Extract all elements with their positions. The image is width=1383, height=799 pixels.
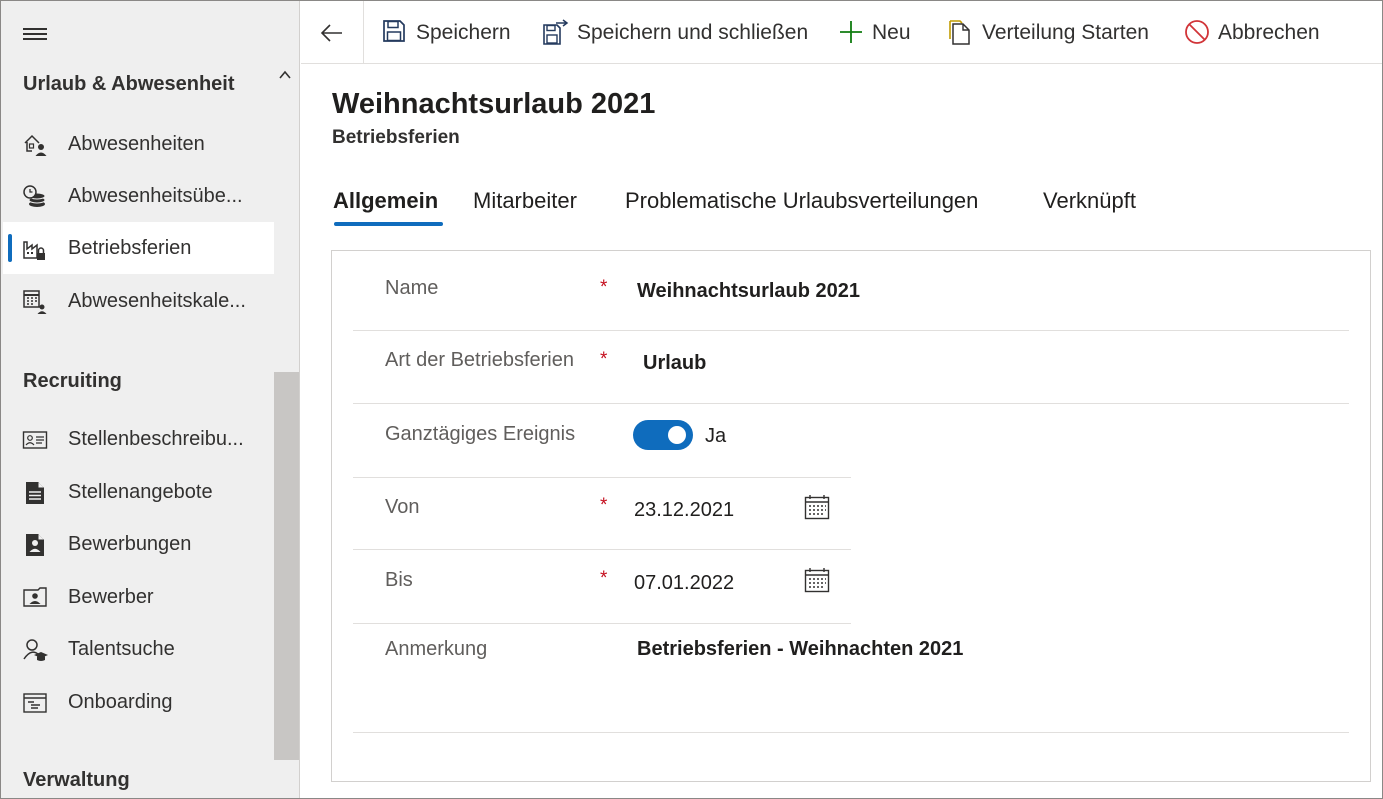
all-day-label: Ganztägiges Ereignis	[385, 423, 576, 445]
cancel-label: Abbrechen	[1218, 21, 1320, 44]
sidebar-group-urlaub[interactable]: Urlaub & Abwesenheit	[23, 73, 235, 96]
tab-label: Allgemein	[333, 188, 439, 213]
sidebar-item-bewerber[interactable]: Bewerber	[3, 571, 274, 623]
sidebar-item-talentsuche[interactable]: Talentsuche	[3, 623, 274, 675]
note-textarea[interactable]: Betriebsferien - Weihnachten 2021	[637, 638, 963, 661]
document-lines-icon	[26, 482, 44, 504]
field-divider	[353, 623, 851, 624]
field-divider	[353, 403, 1349, 404]
calendar-icon[interactable]	[804, 494, 830, 520]
all-day-value: Ja	[705, 425, 727, 447]
page-title: Weihnachtsurlaub 2021	[332, 88, 656, 120]
save-label: Speichern	[416, 21, 511, 44]
sidebar-item-stellenangebote[interactable]: Stellenangebote	[3, 466, 274, 518]
entity-subtitle: Betriebsferien	[332, 127, 460, 148]
sidebar-item-stellenbeschreibungen[interactable]: Stellenbeschreibu...	[3, 413, 274, 465]
tab-allgemein[interactable]: Allgemein	[333, 188, 443, 230]
name-label: Name	[385, 277, 439, 299]
calendar-person-icon	[23, 290, 47, 314]
toggle-knob	[668, 426, 686, 444]
absence-person-icon	[24, 134, 47, 156]
start-distribution-button[interactable]: Verteilung Starten	[948, 1, 1153, 64]
sidebar-group-verwaltung[interactable]: Verwaltung	[23, 769, 130, 792]
sidebar-item-label: Betriebsferien	[68, 237, 192, 259]
field-divider	[353, 549, 851, 550]
save-icon	[383, 20, 405, 42]
sidebar-item-label: Stellenbeschreibu...	[68, 428, 244, 450]
hamburger-menu-icon[interactable]	[23, 28, 47, 40]
sidebar-item-label: Abwesenheitsübe...	[68, 185, 243, 207]
contact-card-icon	[23, 587, 47, 607]
calendar-icon[interactable]	[804, 567, 830, 593]
factory-lock-icon	[23, 241, 45, 260]
save-and-close-button[interactable]: Speichern und schließen	[543, 1, 809, 64]
tab-mitarbeiter[interactable]: Mitarbeiter	[473, 188, 577, 230]
note-label: Anmerkung	[385, 638, 488, 660]
save-button[interactable]: Speichern	[382, 1, 512, 64]
sidebar-item-label: Stellenangebote	[68, 481, 213, 503]
field-divider	[353, 477, 851, 478]
from-label: Von	[385, 496, 420, 518]
to-label: Bis	[385, 569, 413, 591]
all-day-toggle[interactable]	[633, 420, 693, 450]
from-date-input[interactable]: 23.12.2021	[634, 499, 734, 522]
sidebar-scrollbar[interactable]	[274, 372, 299, 760]
name-field[interactable]: Weihnachtsurlaub 2021	[637, 280, 860, 303]
arrow-left-icon	[320, 24, 342, 42]
tab-active-underline	[334, 222, 443, 226]
tab-verknuepft[interactable]: Verknüpft	[1043, 188, 1136, 230]
sidebar-item-label: Talentsuche	[68, 638, 175, 660]
type-lookup[interactable]: Urlaub	[643, 352, 706, 375]
sidebar-item-label: Onboarding	[68, 691, 173, 713]
coins-clock-icon	[23, 185, 46, 207]
sidebar-group-recruiting[interactable]: Recruiting	[23, 370, 122, 393]
type-label: Art der Betriebsferien	[385, 349, 574, 371]
command-bar: Speichern Speichern und schließen Neu Ve…	[301, 1, 1382, 64]
app-window: Urlaub & Abwesenheit Abwesenheiten Abwes…	[0, 0, 1383, 799]
sidebar-item-bewerbungen[interactable]: Bewerbungen	[3, 518, 274, 570]
sidebar-item-label: Abwesenheiten	[68, 133, 205, 155]
field-divider	[353, 732, 1349, 733]
save-close-icon	[543, 19, 569, 45]
tab-label: Verknüpft	[1043, 188, 1136, 213]
tab-label: Mitarbeiter	[473, 188, 577, 213]
active-indicator	[8, 234, 12, 262]
sidebar-item-betriebsferien[interactable]: Betriebsferien	[3, 222, 274, 274]
sidebar: Urlaub & Abwesenheit Abwesenheiten Abwes…	[1, 1, 300, 798]
cancel-button[interactable]: Abbrechen	[1184, 1, 1329, 64]
tab-problematische-urlaubsverteilungen[interactable]: Problematische Urlaubsverteilungen	[625, 188, 978, 230]
required-marker: *	[600, 349, 608, 370]
sidebar-item-abwesenheitsuebersicht[interactable]: Abwesenheitsübe...	[3, 170, 274, 222]
required-marker: *	[600, 495, 608, 516]
new-button[interactable]: Neu	[838, 1, 918, 64]
sidebar-item-label: Bewerber	[68, 586, 154, 608]
save-close-label: Speichern und schließen	[577, 21, 809, 44]
cancel-icon	[1185, 20, 1209, 44]
plus-icon	[840, 21, 862, 43]
sidebar-item-onboarding[interactable]: Onboarding	[3, 676, 274, 728]
sidebar-item-abwesenheitskalender[interactable]: Abwesenheitskale...	[3, 275, 274, 327]
onboarding-board-icon	[23, 693, 47, 713]
id-card-icon	[22, 431, 48, 449]
document-copy-icon	[949, 20, 970, 45]
required-marker: *	[600, 568, 608, 589]
field-divider	[353, 330, 1349, 331]
new-label: Neu	[872, 21, 911, 44]
sidebar-item-abwesenheiten[interactable]: Abwesenheiten	[3, 118, 274, 170]
document-person-icon	[26, 534, 44, 556]
to-date-input[interactable]: 07.01.2022	[634, 572, 734, 595]
back-button[interactable]	[301, 1, 364, 64]
required-marker: *	[600, 277, 608, 298]
sidebar-item-label: Bewerbungen	[68, 533, 192, 555]
sidebar-item-label: Abwesenheitskale...	[68, 290, 246, 312]
tab-label: Problematische Urlaubsverteilungen	[625, 188, 979, 213]
chevron-up-icon[interactable]	[279, 69, 291, 81]
person-hat-icon	[23, 639, 48, 661]
start-distribution-label: Verteilung Starten	[982, 21, 1149, 44]
